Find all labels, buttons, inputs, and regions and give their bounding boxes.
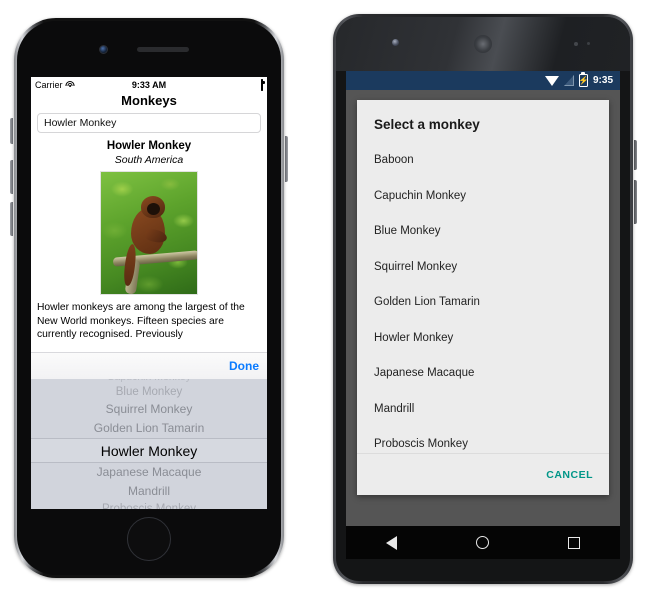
- list-item[interactable]: Howler Monkey: [357, 321, 609, 357]
- signal-icon: [563, 75, 574, 86]
- wifi-icon: [544, 75, 559, 86]
- android-power-button[interactable]: [634, 140, 637, 170]
- page-title: Monkeys: [121, 93, 177, 108]
- earpiece-speaker: [474, 35, 492, 53]
- home-circle-icon[interactable]: [475, 536, 489, 549]
- recents-square-icon[interactable]: [568, 536, 581, 549]
- android-body: ⚡ 9:35 Select a monkey Baboon Capuchin M…: [336, 17, 630, 581]
- picker-row[interactable]: Golden Lion Tamarin: [31, 419, 267, 438]
- dialog-title: Select a monkey: [374, 117, 480, 132]
- picker-row[interactable]: Squirrel Monkey: [31, 400, 267, 419]
- iphone-volume-up-button[interactable]: [10, 160, 13, 194]
- monkey-detail: Howler Monkey South America Howler monke…: [31, 137, 267, 342]
- proximity-sensor-icon: [574, 42, 578, 46]
- front-camera-icon: [99, 45, 108, 54]
- android-screen: ⚡ 9:35 Select a monkey Baboon Capuchin M…: [346, 71, 620, 549]
- iphone-volume-down-button[interactable]: [10, 202, 13, 236]
- picker-rows: Capuchin Monkey Blue Monkey Squirrel Mon…: [31, 379, 267, 509]
- list-item[interactable]: Golden Lion Tamarin: [357, 285, 609, 321]
- search-field-container: Howler Monkey: [31, 113, 267, 137]
- monkey-description: Howler monkeys are among the largest of …: [37, 302, 245, 340]
- front-camera-icon: [392, 39, 399, 46]
- monkey-face-shape: [147, 203, 160, 215]
- picker-toolbar: Done: [31, 352, 267, 379]
- cancel-button[interactable]: CANCEL: [546, 469, 593, 481]
- list-item[interactable]: Squirrel Monkey: [357, 250, 609, 286]
- android-device-frame: ⚡ 9:35 Select a monkey Baboon Capuchin M…: [333, 14, 637, 584]
- picker-row-selected[interactable]: Howler Monkey: [31, 438, 267, 463]
- list-item[interactable]: Blue Monkey: [357, 214, 609, 250]
- screenshot-stage: Carrier 9:33 AM Monkeys Howler Monkey Ho…: [0, 0, 648, 600]
- iphone-power-button[interactable]: [285, 136, 288, 182]
- list-item[interactable]: Mandrill: [357, 392, 609, 428]
- android-navigation-bar: [346, 526, 620, 559]
- picker-row[interactable]: Blue Monkey: [31, 384, 267, 400]
- monkey-list[interactable]: Baboon Capuchin Monkey Blue Monkey Squir…: [357, 143, 609, 453]
- monkey-picker-wheel[interactable]: Capuchin Monkey Blue Monkey Squirrel Mon…: [31, 379, 267, 509]
- android-clock: 9:35: [592, 75, 613, 86]
- monkey-common-name: Howler Monkey: [106, 140, 192, 152]
- home-button[interactable]: [127, 517, 171, 561]
- list-item[interactable]: Japanese Macaque: [357, 356, 609, 392]
- iphone-body: Carrier 9:33 AM Monkeys Howler Monkey Ho…: [17, 21, 281, 575]
- monkey-region: South America: [114, 154, 184, 166]
- iphone-mute-switch[interactable]: [10, 118, 13, 144]
- light-sensor-icon: [587, 42, 590, 45]
- picker-row[interactable]: Proboscis Monkey: [31, 501, 267, 509]
- list-item[interactable]: Proboscis Monkey: [357, 427, 609, 453]
- earpiece-speaker: [137, 47, 189, 52]
- iphone-device-frame: Carrier 9:33 AM Monkeys Howler Monkey Ho…: [10, 18, 288, 578]
- monkey-photo: [100, 171, 198, 295]
- ios-clock: 9:33 AM: [131, 79, 167, 90]
- list-item[interactable]: Capuchin Monkey: [357, 179, 609, 215]
- dialog-actions: CANCEL: [357, 453, 609, 495]
- bolt-glyph: ⚡: [578, 75, 589, 85]
- android-volume-button[interactable]: [634, 180, 637, 224]
- iphone-screen: Carrier 9:33 AM Monkeys Howler Monkey Ho…: [31, 77, 267, 509]
- battery-charging-icon: ⚡: [579, 74, 588, 87]
- picker-row[interactable]: Mandrill: [31, 482, 267, 501]
- list-item[interactable]: Baboon: [357, 143, 609, 179]
- done-button[interactable]: Done: [229, 359, 259, 373]
- ios-status-bar: Carrier 9:33 AM: [31, 77, 267, 92]
- dialog-scrim: Select a monkey Baboon Capuchin Monkey B…: [346, 90, 620, 549]
- picker-row[interactable]: Japanese Macaque: [31, 463, 267, 482]
- android-status-bar: ⚡ 9:35: [346, 71, 620, 90]
- back-triangle-icon[interactable]: [385, 535, 397, 550]
- select-monkey-dialog: Select a monkey Baboon Capuchin Monkey B…: [357, 100, 609, 495]
- battery-icon: [261, 78, 263, 91]
- monkey-name-input[interactable]: Howler Monkey: [37, 113, 261, 133]
